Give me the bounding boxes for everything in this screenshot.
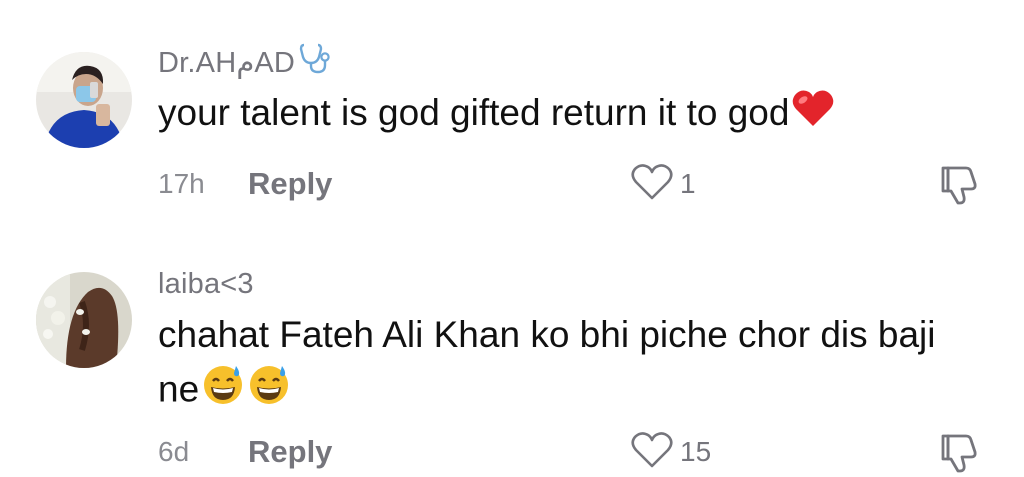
comment-timestamp: 6d bbox=[158, 436, 190, 467]
comment-timestamp: 17h bbox=[158, 168, 205, 199]
avatar[interactable] bbox=[36, 52, 132, 148]
like-count: 1 bbox=[680, 168, 696, 199]
comment-text-content: ne bbox=[158, 368, 200, 410]
grinning-sweat-face-icon bbox=[247, 362, 291, 421]
avatar[interactable] bbox=[36, 272, 132, 368]
reply-button[interactable]: Reply bbox=[248, 166, 332, 202]
grinning-sweat-face-icon bbox=[201, 362, 245, 421]
comment-meta: 6d Reply 15 bbox=[158, 430, 988, 475]
comment-meta: 17h Reply 1 bbox=[158, 162, 988, 207]
comment-text-line: chahat Fateh Ali Khan ko bhi piche chor … bbox=[158, 314, 936, 355]
comment-text: chahat Fateh Ali Khan ko bhi piche chor … bbox=[158, 308, 984, 421]
dislike-button[interactable] bbox=[940, 432, 980, 477]
username-text[interactable]: laiba<3 bbox=[158, 268, 254, 301]
comment-username[interactable]: laiba<3 bbox=[158, 264, 984, 304]
like-button[interactable]: 15 bbox=[630, 430, 711, 475]
red-heart-icon bbox=[791, 88, 835, 143]
comment-item: laiba<3 chahat Fateh Ali Khan ko bhi pic… bbox=[0, 240, 1024, 477]
reply-button[interactable]: Reply bbox=[248, 434, 332, 470]
username-text[interactable]: Dr.AHمAD bbox=[158, 45, 295, 80]
comment-username[interactable]: Dr.AHمAD bbox=[158, 42, 984, 82]
comment-item: Dr.AHمAD your talent is god gifted retur… bbox=[0, 0, 1024, 230]
heart-outline-icon[interactable] bbox=[630, 430, 674, 475]
like-button[interactable]: 1 bbox=[630, 162, 696, 207]
like-count: 15 bbox=[680, 436, 712, 467]
stethoscope-icon bbox=[299, 42, 333, 82]
comment-text-line-2: ne bbox=[158, 362, 984, 421]
heart-outline-icon[interactable] bbox=[630, 162, 674, 207]
dislike-button[interactable] bbox=[940, 164, 980, 211]
comment-text: your talent is god gifted return it to g… bbox=[158, 86, 984, 143]
comment-text-content: your talent is god gifted return it to g… bbox=[158, 92, 790, 133]
